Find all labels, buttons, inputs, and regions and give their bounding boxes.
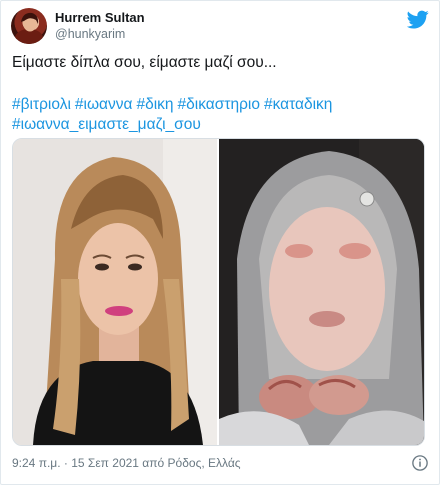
user-handle[interactable]: @hunkyarim xyxy=(55,26,145,42)
hashtag-list: #βιτριολι #ιωαννα #δικη #δικαστηριο #καταδικ… xyxy=(12,95,429,135)
photo-right[interactable] xyxy=(219,139,424,445)
hashtag-link[interactable]: #δικαστηριο xyxy=(178,96,260,113)
photo-left[interactable] xyxy=(13,139,217,445)
twitter-bird-icon[interactable] xyxy=(407,8,429,30)
photo-woman-image xyxy=(13,139,217,445)
photo-person-bandaged-image xyxy=(219,139,424,445)
hashtag-link[interactable]: #καταδικη xyxy=(264,96,332,113)
hashtag-link[interactable]: #ιωαννα_ειμαστε_μαζι_σου xyxy=(12,116,201,133)
avatar[interactable] xyxy=(11,8,47,44)
tweet-footer: 9:24 π.μ. · 15 Σεπ 2021 από Ρόδος, Ελλάς xyxy=(12,454,429,472)
avatar-image xyxy=(15,12,43,44)
hashtag-link[interactable]: #βιτριολι xyxy=(12,96,71,113)
tweet-header: Hurrem Sultan @hunkyarim xyxy=(11,8,429,44)
tweet-text: Είμαστε δίπλα σου, είμαστε μαζί σου... xyxy=(12,54,277,71)
author-names: Hurrem Sultan @hunkyarim xyxy=(55,10,145,42)
display-name[interactable]: Hurrem Sultan xyxy=(55,10,145,26)
tweet-timestamp[interactable]: 9:24 π.μ. · 15 Σεπ 2021 από Ρόδος, Ελλάς xyxy=(12,456,241,470)
tweet-card: Hurrem Sultan @hunkyarim Είμαστε δίπλα σ… xyxy=(0,0,440,485)
hashtag-link[interactable]: #ιωαννα xyxy=(75,96,133,113)
info-icon[interactable] xyxy=(411,454,429,472)
hashtag-link[interactable]: #δικη xyxy=(136,96,173,113)
media-grid xyxy=(12,138,425,446)
